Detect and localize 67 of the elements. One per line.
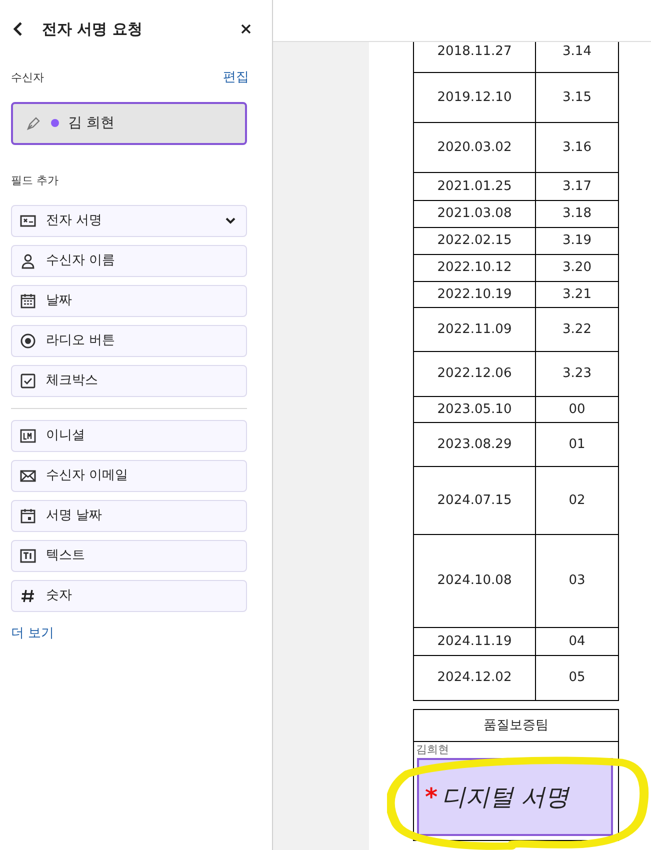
table-cell: 2024.07.15 (414, 467, 536, 534)
more-link[interactable]: 더 보기 (11, 624, 261, 644)
field-type-item[interactable]: 라디오 버튼 (11, 325, 247, 357)
checkbox-icon (20, 373, 36, 389)
table-cell-text: 3.15 (562, 88, 592, 107)
field-type-item[interactable]: 체크박스 (11, 365, 247, 397)
table-cell: 2022.02.15 (414, 228, 536, 254)
table-cell-text: 3.17 (562, 178, 592, 196)
envelope-icon (20, 468, 36, 484)
field-type-item[interactable]: 수신자 이름 (11, 245, 247, 277)
initials-icon (20, 428, 36, 444)
recipient-name: 김 희현 (68, 114, 114, 132)
table-cell: 2024.12.02 (414, 656, 536, 700)
field-type-item[interactable]: 이니셜 (11, 420, 247, 452)
signer-name: 김희현 (416, 743, 449, 756)
table-cell-text: 03 (568, 572, 586, 590)
table-cell-text: 05 (568, 669, 586, 688)
back-icon[interactable] (12, 21, 24, 37)
text-field-icon (20, 548, 36, 564)
table-cell: 2020.03.02 (414, 123, 536, 172)
field-type-item[interactable]: 서명 날짜 (11, 500, 247, 532)
table-cell-text: 3.19 (562, 232, 592, 250)
signature-placeholder: 디지털 서명 (442, 782, 570, 813)
recipient-item[interactable]: 김 희현 (11, 102, 247, 144)
table-cell: 2024.10.08 (414, 535, 536, 627)
field-type-item[interactable]: 텍스트 (11, 540, 247, 572)
table-cell-text: 3.14 (562, 43, 592, 61)
table-cell: 2023.05.10 (414, 397, 536, 422)
edit-link[interactable]: 편집 (223, 68, 249, 88)
table-cell-text: 02 (568, 492, 586, 510)
radio-icon (20, 333, 36, 349)
table-cell: 2021.01.25 (414, 173, 536, 200)
table-cell-text: 00 (568, 400, 586, 419)
table-cell-text: 3.23 (562, 365, 592, 384)
pen-icon (26, 115, 42, 131)
table-cell: 2022.12.06 (414, 352, 536, 396)
table-cell: 2022.11.09 (414, 308, 536, 351)
table-cell: 2023.08.29 (414, 423, 536, 466)
table-cell-text: 3.18 (562, 205, 592, 224)
table-cell: 2021.03.08 (414, 201, 536, 227)
table-cell: 2022.10.19 (414, 282, 536, 307)
table-cell-text: 3.16 (562, 138, 592, 157)
table-cell-text: 3.21 (562, 286, 592, 304)
field-type-item[interactable]: 날짜 (11, 285, 247, 317)
table-cell-text: 3.20 (562, 259, 592, 278)
required-asterisk: * (425, 785, 438, 809)
signature-field-icon (20, 213, 36, 229)
close-icon[interactable] (241, 24, 251, 34)
table-cell-text: 04 (568, 632, 586, 651)
table-cell: 2022.10.12 (414, 255, 536, 281)
field-type-item[interactable]: 숫자 (11, 580, 247, 612)
table-cell-text: 01 (568, 436, 586, 454)
signature-field[interactable]: * 디지털 서명 (417, 758, 613, 836)
table-cell: 2019.12.10 (414, 73, 536, 122)
table-header-cell: 품질보증팀 (414, 710, 618, 742)
calendar-icon (20, 508, 36, 524)
section-label: 수신자 (11, 70, 44, 86)
field-type-item[interactable]: 전자 서명 (11, 205, 247, 237)
table-cell: 2024.11.19 (414, 628, 536, 655)
table-cell: 2018.11.27 (414, 42, 536, 72)
hash-icon (20, 588, 36, 604)
calendar-icon (20, 293, 36, 309)
field-type-item[interactable]: 수신자 이메일 (11, 460, 247, 492)
table-cell-text: 3.22 (562, 320, 592, 339)
person-icon (20, 253, 36, 269)
section-label: 필드 추가 (11, 172, 60, 188)
panel-title: 전자 서명 요청 (42, 18, 142, 40)
